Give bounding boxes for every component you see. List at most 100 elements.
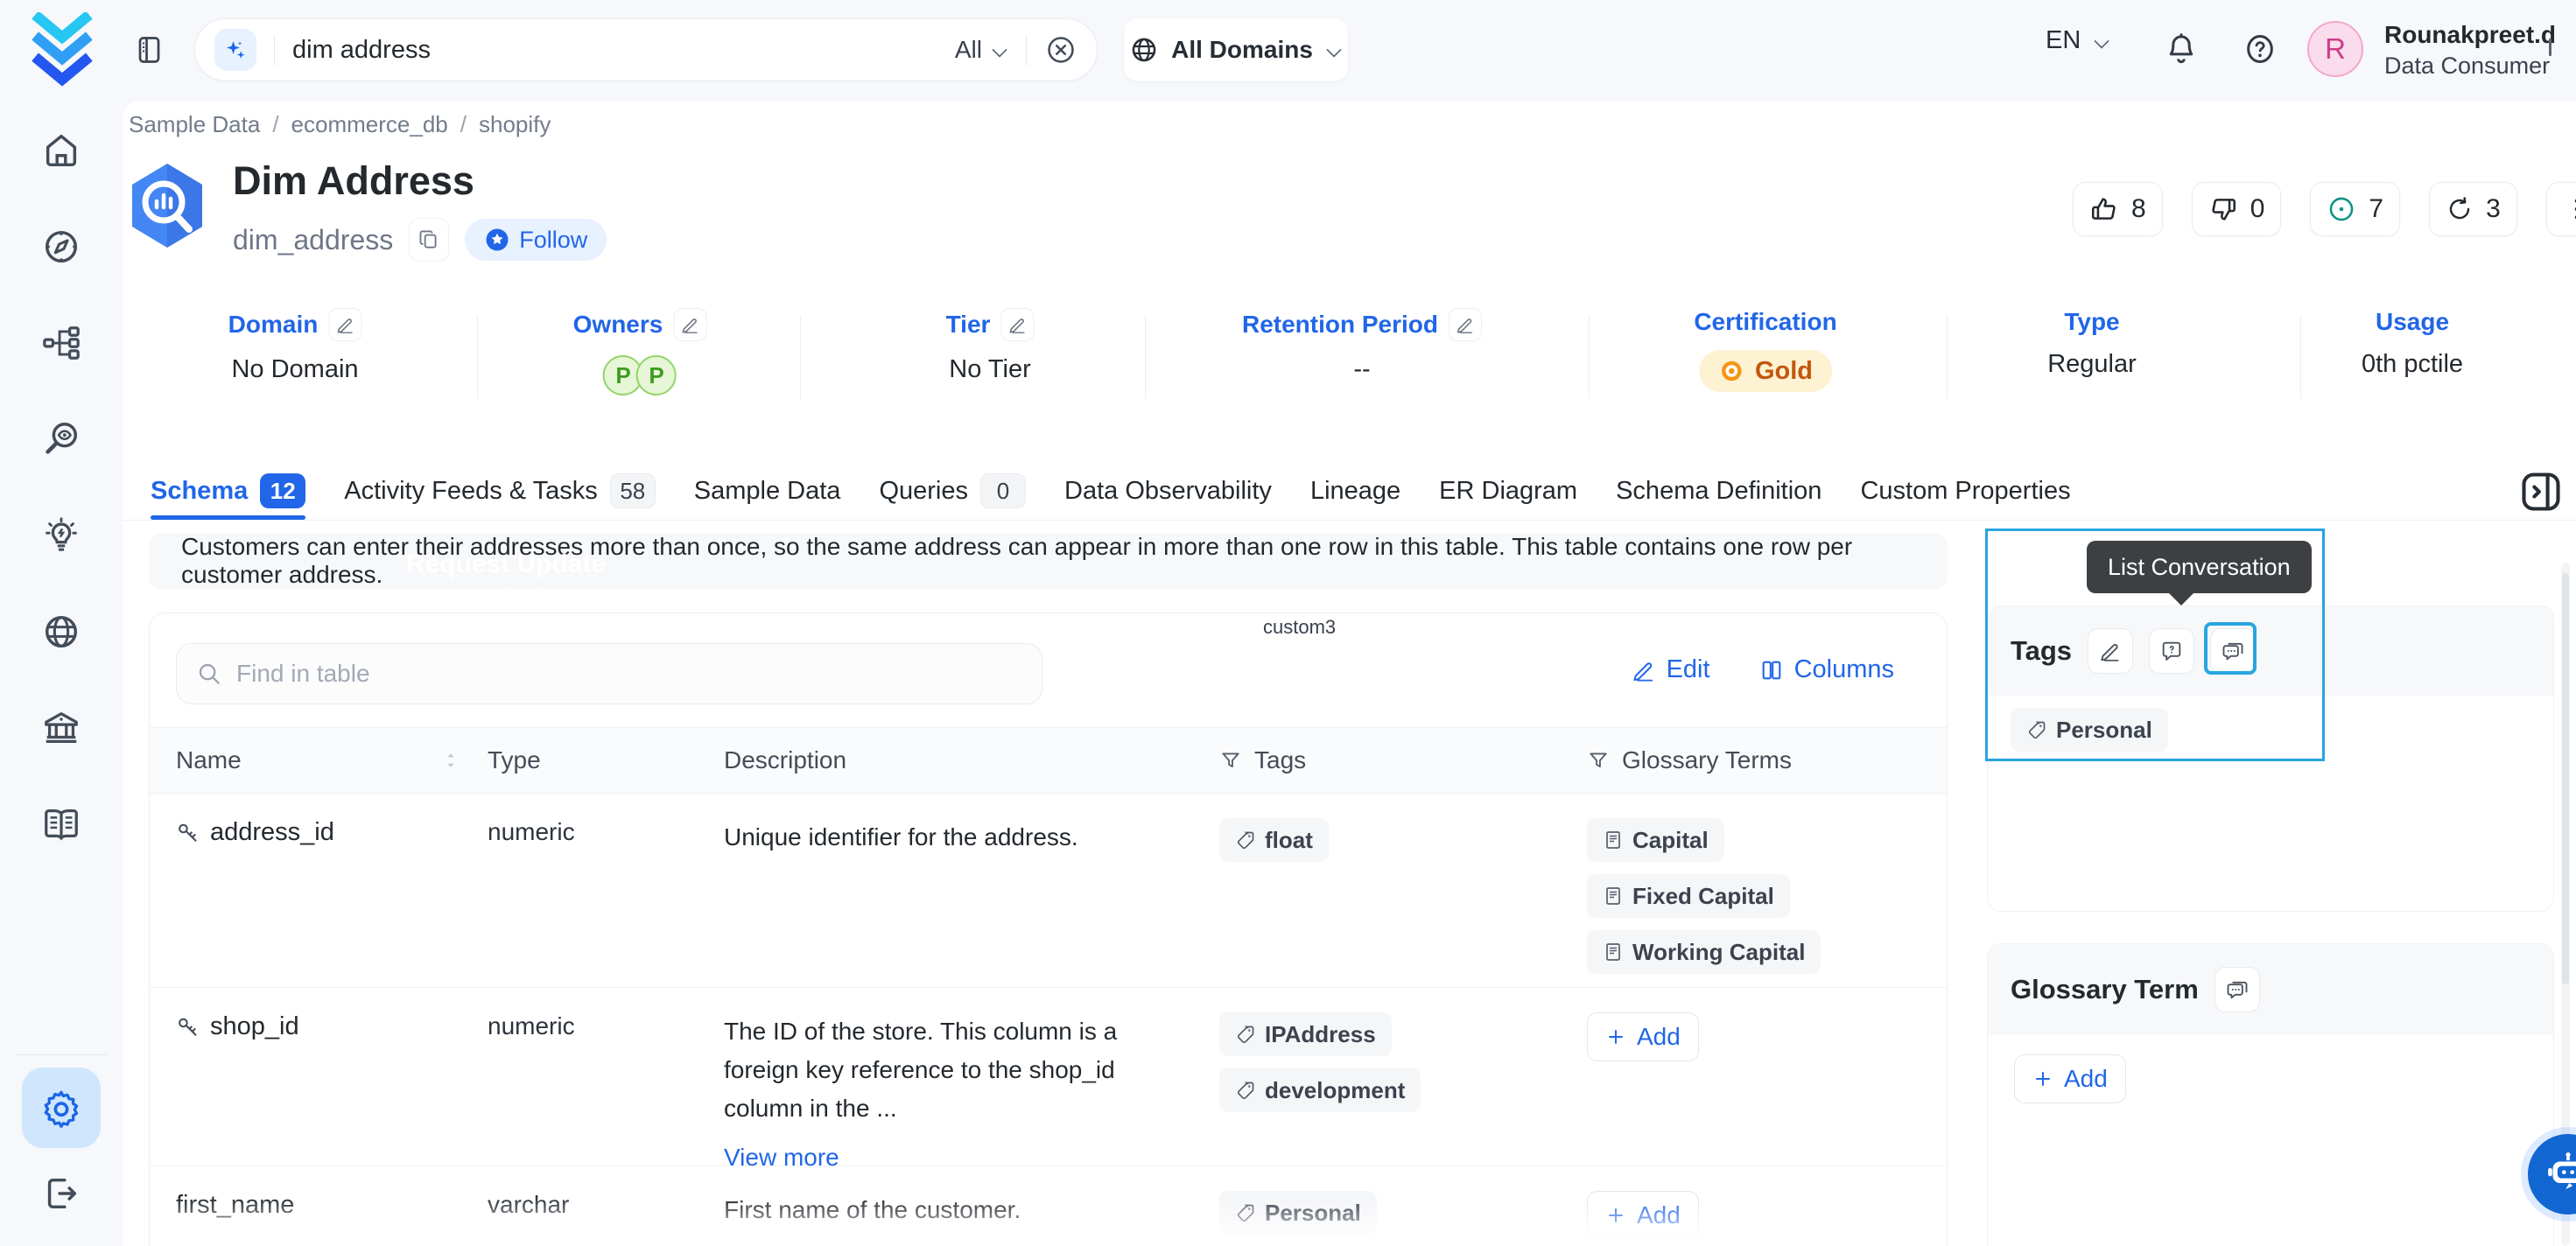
glossary-chip[interactable]: Capital xyxy=(1587,818,1724,862)
logout-icon[interactable] xyxy=(40,1172,82,1214)
user-avatar[interactable]: R xyxy=(2307,21,2363,77)
tag-chip[interactable]: IPAddress xyxy=(1219,1012,1392,1056)
home-icon[interactable] xyxy=(40,130,82,172)
edit-owners-icon[interactable] xyxy=(673,308,706,341)
tab-data-observability[interactable]: Data Observability xyxy=(1064,462,1272,520)
insights-bulb-icon[interactable] xyxy=(40,514,82,556)
tag-chip[interactable]: Personal xyxy=(2011,708,2168,752)
add-glossary-term-button[interactable]: Add xyxy=(2014,1054,2126,1103)
request-tags-icon[interactable] xyxy=(2149,628,2194,674)
edit-tags-icon[interactable] xyxy=(2088,628,2133,674)
glossary-book-icon[interactable] xyxy=(40,803,82,845)
user-menu-chevron-icon[interactable] xyxy=(2549,38,2551,54)
app-logo[interactable] xyxy=(32,12,93,89)
tags-panel: Tags Personal xyxy=(1987,606,2554,912)
left-sidebar xyxy=(0,0,123,1246)
list-conversation-icon[interactable] xyxy=(2210,628,2256,674)
medal-icon xyxy=(1718,358,1744,384)
meta-usage: Usage 0th pctile xyxy=(2362,308,2463,379)
schema-table-header: Name Type Description Tags Glossary Term… xyxy=(150,727,1947,794)
domains-globe-icon[interactable] xyxy=(40,611,82,653)
tab-schema-definition[interactable]: Schema Definition xyxy=(1616,462,1821,520)
tab-sample-data[interactable]: Sample Data xyxy=(694,462,841,520)
table-row: address_id numeric Unique identifier for… xyxy=(150,794,1947,988)
version-history-button[interactable]: 3 xyxy=(2429,182,2517,236)
thumbs-up-icon xyxy=(2089,194,2119,224)
tab-queries[interactable]: Queries0 xyxy=(879,462,1026,520)
notifications-bell-icon[interactable] xyxy=(2164,32,2199,66)
search-scope-dropdown[interactable]: All xyxy=(955,36,1008,64)
breadcrumb-link-database[interactable]: ecommerce_db xyxy=(291,111,448,138)
table-description: Customers can enter their addresses more… xyxy=(149,533,1948,589)
sidebar-toggle-icon[interactable] xyxy=(135,33,166,66)
tag-chip[interactable]: development xyxy=(1219,1068,1421,1112)
upvote-button[interactable]: 8 xyxy=(2073,182,2163,236)
open-tasks-button[interactable]: 7 xyxy=(2310,182,2400,236)
find-in-table-input[interactable] xyxy=(236,660,1022,688)
tab-activity-feeds[interactable]: Activity Feeds & Tasks58 xyxy=(344,462,656,520)
filter-icon[interactable] xyxy=(1219,749,1242,772)
table-service-icon xyxy=(129,162,206,249)
plus-icon xyxy=(1605,1026,1626,1047)
primary-key-icon xyxy=(176,1015,200,1039)
tab-custom-properties[interactable]: Custom Properties xyxy=(1860,462,2070,520)
language-selector[interactable]: EN xyxy=(2046,26,2110,55)
columns-button[interactable]: Columns xyxy=(1759,655,1894,684)
more-options-button[interactable] xyxy=(2546,182,2576,236)
follow-button[interactable]: Follow xyxy=(465,219,607,261)
column-name[interactable]: shop_id xyxy=(210,1012,299,1041)
kebab-menu-icon xyxy=(2563,195,2576,223)
tab-er-diagram[interactable]: ER Diagram xyxy=(1439,462,1577,520)
glossary-conversation-icon[interactable] xyxy=(2215,967,2260,1012)
global-search-bar[interactable]: All xyxy=(194,18,1098,81)
breadcrumb-link-service[interactable]: Sample Data xyxy=(129,111,260,138)
ai-sparkle-icon[interactable] xyxy=(214,29,256,71)
custom-property-label: custom3 xyxy=(1263,616,1336,639)
glossary-chip[interactable]: Fixed Capital xyxy=(1587,874,1790,918)
governance-bank-icon[interactable] xyxy=(40,707,82,749)
settings-gear-icon[interactable] xyxy=(22,1068,101,1148)
downvote-button[interactable]: 0 xyxy=(2192,182,2282,236)
meta-type: Type Regular xyxy=(2047,308,2137,379)
edit-domain-icon[interactable] xyxy=(328,308,361,341)
lineage-flow-icon[interactable] xyxy=(40,322,82,364)
meta-tier: Tier No Tier xyxy=(946,308,1035,384)
list-conversation-tooltip: List Conversation xyxy=(2087,541,2312,593)
column-name[interactable]: address_id xyxy=(210,818,334,847)
collapse-panel-icon[interactable] xyxy=(2517,468,2565,515)
help-icon[interactable] xyxy=(2243,32,2278,66)
meta-owners: Owners P P xyxy=(573,308,707,396)
glossary-chip[interactable]: Working Capital xyxy=(1587,930,1821,974)
edit-button[interactable]: Edit xyxy=(1632,655,1710,684)
top-bar: All All Domains EN R Rounakpreet.d Data … xyxy=(123,0,2576,101)
explore-compass-icon[interactable] xyxy=(40,226,82,268)
tag-chip[interactable]: float xyxy=(1219,818,1329,862)
add-glossary-term-button[interactable]: Add xyxy=(1587,1191,1699,1240)
global-search-input[interactable] xyxy=(292,36,955,65)
thumbs-down-icon xyxy=(2208,194,2238,224)
tag-icon xyxy=(1235,1080,1256,1101)
owner-avatar[interactable]: P xyxy=(636,355,677,396)
tag-chip[interactable]: Personal xyxy=(1219,1191,1377,1235)
tag-icon xyxy=(1235,1202,1256,1223)
filter-icon[interactable] xyxy=(1587,749,1610,772)
edit-retention-icon[interactable] xyxy=(1449,308,1482,341)
breadcrumb-link-schema[interactable]: shopify xyxy=(479,111,551,138)
glossary-book-icon xyxy=(1603,942,1624,962)
tab-lineage[interactable]: Lineage xyxy=(1310,462,1400,520)
sort-icon[interactable] xyxy=(440,750,461,771)
tag-icon xyxy=(2026,719,2047,740)
table-row: shop_id numeric The ID of the store. Thi… xyxy=(150,988,1947,1166)
edit-tier-icon[interactable] xyxy=(1000,308,1034,341)
tab-schema[interactable]: Schema12 xyxy=(151,462,305,520)
all-domains-button[interactable]: All Domains xyxy=(1124,18,1348,81)
add-glossary-term-button[interactable]: Add xyxy=(1587,1012,1699,1061)
column-name[interactable]: first_name xyxy=(176,1191,294,1220)
chevron-down-icon xyxy=(2095,33,2110,49)
clear-search-icon[interactable] xyxy=(1044,33,1077,66)
find-in-table-search[interactable] xyxy=(176,643,1042,704)
entity-actions: 8 0 7 3 xyxy=(2073,182,2576,236)
observability-lens-icon[interactable] xyxy=(40,418,82,460)
conversation-highlight-box xyxy=(2204,622,2257,675)
copy-icon[interactable] xyxy=(409,218,449,262)
